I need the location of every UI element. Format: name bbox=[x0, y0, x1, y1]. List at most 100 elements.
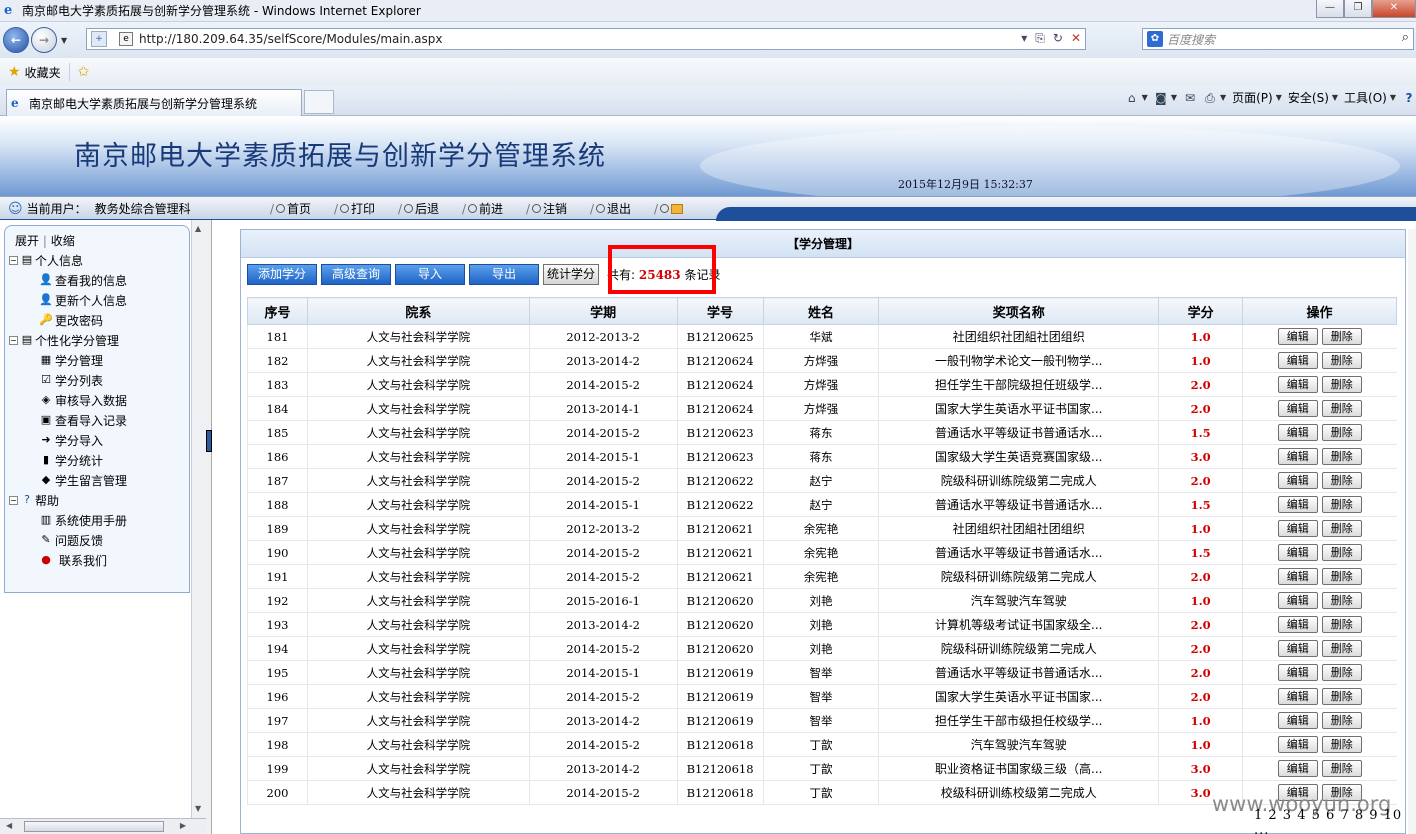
splitter-grip[interactable] bbox=[206, 430, 212, 452]
scroll-right-icon[interactable]: ▶ bbox=[180, 821, 186, 830]
nav-exit[interactable]: / 退出 bbox=[590, 200, 654, 217]
tree-item-credit-list[interactable]: ☑ 学分列表 bbox=[9, 370, 189, 390]
edit-button[interactable]: 编辑 bbox=[1277, 760, 1318, 777]
delete-button[interactable]: 删除 bbox=[1321, 568, 1362, 585]
address-dropdown-icon[interactable]: ▾ bbox=[1021, 31, 1027, 46]
edit-button[interactable]: 编辑 bbox=[1277, 616, 1318, 633]
delete-button[interactable]: 删除 bbox=[1321, 352, 1362, 369]
tree-item-manual[interactable]: ▥ 系统使用手册 bbox=[9, 510, 189, 530]
export-button[interactable]: 导出 bbox=[469, 264, 539, 285]
edit-button[interactable]: 编辑 bbox=[1277, 400, 1318, 417]
tools-menu[interactable]: 工具(O) ▼ bbox=[1344, 89, 1396, 106]
delete-button[interactable]: 删除 bbox=[1321, 328, 1362, 345]
delete-button[interactable]: 删除 bbox=[1321, 472, 1362, 489]
delete-button[interactable]: 删除 bbox=[1321, 760, 1362, 777]
tree-item-student-messages[interactable]: ◆ 学生留言管理 bbox=[9, 470, 189, 490]
edit-button[interactable]: 编辑 bbox=[1277, 376, 1318, 393]
safety-menu[interactable]: 安全(S) ▼ bbox=[1288, 89, 1338, 106]
scroll-up-icon[interactable]: ▲ bbox=[195, 224, 201, 233]
history-dropdown-icon[interactable]: ▼ bbox=[61, 36, 67, 45]
delete-button[interactable]: 删除 bbox=[1321, 424, 1362, 441]
frame-splitter[interactable] bbox=[206, 220, 212, 834]
forward-button[interactable]: → bbox=[31, 27, 57, 53]
nav-forward[interactable]: / 前进 bbox=[462, 200, 526, 217]
nav-print[interactable]: / 打印 bbox=[334, 200, 398, 217]
tree-group-credit[interactable]: − ▤ 个性化学分管理 bbox=[9, 330, 189, 350]
pager[interactable]: 1 2 3 4 5 6 7 8 9 10 ... bbox=[1254, 808, 1416, 834]
tree-item-change-password[interactable]: 🔑 更改密码 bbox=[9, 310, 189, 330]
edit-button[interactable]: 编辑 bbox=[1277, 664, 1318, 681]
edit-button[interactable]: 编辑 bbox=[1277, 328, 1318, 345]
edit-button[interactable]: 编辑 bbox=[1277, 520, 1318, 537]
add-credit-button[interactable]: 添加学分 bbox=[247, 264, 317, 285]
address-bar[interactable]: + e http://180.209.64.35/selfScore/Modul… bbox=[86, 28, 1086, 50]
delete-button[interactable]: 删除 bbox=[1321, 736, 1362, 753]
tree-item-credit-stats[interactable]: ▮ 学分统计 bbox=[9, 450, 189, 470]
delete-button[interactable]: 删除 bbox=[1321, 640, 1362, 657]
nav-home[interactable]: / 首页 bbox=[270, 200, 334, 217]
stop-icon[interactable]: ✕ bbox=[1071, 31, 1081, 46]
sidebar-vscrollbar[interactable]: ▲ ▼ bbox=[191, 220, 206, 820]
nav-logout[interactable]: / 注销 bbox=[526, 200, 590, 217]
delete-button[interactable]: 删除 bbox=[1321, 520, 1362, 537]
home-button[interactable]: ⌂ ▼ bbox=[1125, 91, 1148, 105]
edit-button[interactable]: 编辑 bbox=[1277, 712, 1318, 729]
edit-button[interactable]: 编辑 bbox=[1277, 568, 1318, 585]
edit-button[interactable]: 编辑 bbox=[1277, 496, 1318, 513]
nav-message[interactable]: / bbox=[654, 200, 684, 217]
sidebar-hscrollbar[interactable]: ◀ ▶ bbox=[0, 818, 206, 834]
delete-button[interactable]: 删除 bbox=[1321, 496, 1362, 513]
delete-button[interactable]: 删除 bbox=[1321, 664, 1362, 681]
page-menu[interactable]: 页面(P) ▼ bbox=[1232, 89, 1282, 106]
delete-button[interactable]: 删除 bbox=[1321, 544, 1362, 561]
edit-button[interactable]: 编辑 bbox=[1277, 640, 1318, 657]
edit-button[interactable]: 编辑 bbox=[1277, 544, 1318, 561]
edit-button[interactable]: 编辑 bbox=[1277, 688, 1318, 705]
tree-item-view-info[interactable]: 👤 查看我的信息 bbox=[9, 270, 189, 290]
edit-button[interactable]: 编辑 bbox=[1277, 472, 1318, 489]
delete-button[interactable]: 删除 bbox=[1321, 712, 1362, 729]
new-tab-button[interactable] bbox=[304, 90, 334, 114]
tree-group-personal[interactable]: − ▤ 个人信息 bbox=[9, 250, 189, 270]
scroll-thumb[interactable] bbox=[24, 821, 164, 832]
edit-button[interactable]: 编辑 bbox=[1277, 448, 1318, 465]
refresh-icon[interactable]: ↻ bbox=[1053, 31, 1063, 46]
delete-button[interactable]: 删除 bbox=[1321, 376, 1362, 393]
collapse-all-link[interactable]: 收缩 bbox=[51, 234, 75, 248]
main-scrollbar[interactable] bbox=[1408, 229, 1416, 834]
edit-button[interactable]: 编辑 bbox=[1277, 352, 1318, 369]
add-favorite-icon[interactable]: ✩ bbox=[78, 64, 90, 80]
compat-icon[interactable]: ⎘ bbox=[1035, 31, 1045, 46]
search-icon[interactable]: ⌕ bbox=[1402, 30, 1409, 45]
tree-item-update-info[interactable]: 👤 更新个人信息 bbox=[9, 290, 189, 310]
mail-button[interactable]: ✉ bbox=[1183, 91, 1197, 105]
edit-button[interactable]: 编辑 bbox=[1277, 736, 1318, 753]
delete-button[interactable]: 删除 bbox=[1321, 592, 1362, 609]
minimize-button[interactable]: — bbox=[1316, 0, 1344, 18]
compat-view-icon[interactable]: + bbox=[91, 31, 107, 47]
nav-back[interactable]: / 后退 bbox=[398, 200, 462, 217]
address-input[interactable]: http://180.209.64.35/selfScore/Modules/m… bbox=[139, 32, 443, 46]
tree-item-credit-manage[interactable]: ▦ 学分管理 bbox=[9, 350, 189, 370]
tree-item-credit-import[interactable]: ➜ 学分导入 bbox=[9, 430, 189, 450]
scroll-down-icon[interactable]: ▼ bbox=[195, 804, 201, 813]
delete-button[interactable]: 删除 bbox=[1321, 688, 1362, 705]
edit-button[interactable]: 编辑 bbox=[1277, 424, 1318, 441]
browser-tab[interactable]: e 南京邮电大学素质拓展与创新学分管理系统 bbox=[6, 89, 302, 116]
edit-button[interactable]: 编辑 bbox=[1277, 592, 1318, 609]
feeds-button[interactable]: ◙ ▼ bbox=[1154, 91, 1177, 105]
import-button[interactable]: 导入 bbox=[395, 264, 465, 285]
tree-group-help[interactable]: −? 帮助 bbox=[9, 490, 189, 510]
tree-item-import-records[interactable]: ▣ 查看导入记录 bbox=[9, 410, 189, 430]
maximize-button[interactable]: ❐ bbox=[1344, 0, 1372, 18]
favorites-button[interactable]: 收藏夹 bbox=[25, 64, 61, 81]
print-button[interactable]: ⎙ ▼ bbox=[1203, 91, 1226, 105]
search-box[interactable]: ✿ 百度搜索 ⌕ bbox=[1142, 28, 1414, 50]
expand-all-link[interactable]: 展开 bbox=[15, 234, 39, 248]
scroll-left-icon[interactable]: ◀ bbox=[6, 821, 12, 830]
favorites-star-icon[interactable]: ★ bbox=[8, 64, 21, 80]
tree-item-contact[interactable]: ● 联系我们 bbox=[9, 550, 189, 570]
advanced-search-button[interactable]: 高级查询 bbox=[321, 264, 391, 285]
close-button[interactable]: ✕ bbox=[1372, 0, 1416, 18]
delete-button[interactable]: 删除 bbox=[1321, 616, 1362, 633]
